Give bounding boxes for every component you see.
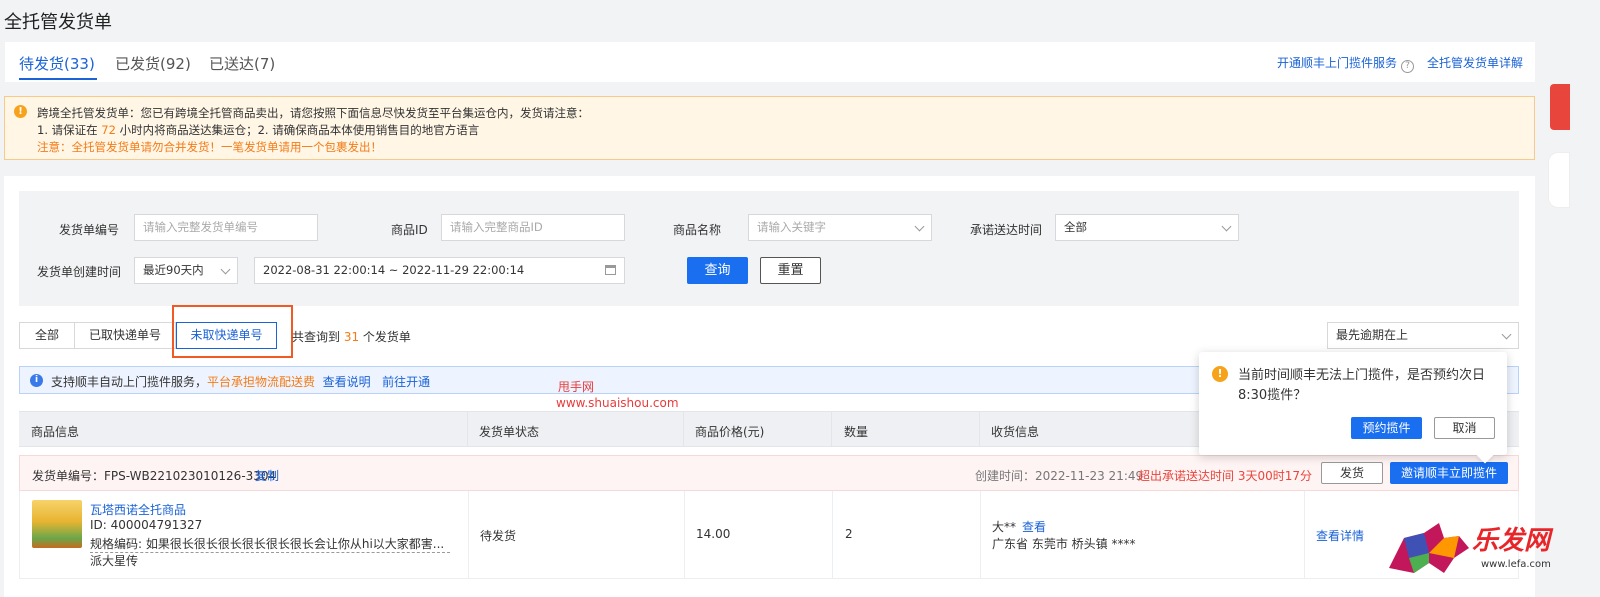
price-value: 14.00	[696, 527, 731, 541]
pickup-popover: ! 当前时间顺丰无法上门揽件，是否预约次日8:30揽件？ 预约揽件 取消	[1199, 352, 1507, 464]
create-range-select[interactable]: 最近90天内	[134, 257, 238, 284]
promise-time-label: 承诺送达时间	[970, 223, 1043, 237]
page-title: 全托管发货单	[4, 12, 112, 33]
guide-link[interactable]: 全托管发货单详解	[1427, 54, 1523, 71]
sort-select[interactable]: 最先逾期在上	[1327, 322, 1519, 349]
receiver-view-link[interactable]: 查看	[1022, 518, 1046, 535]
order-number: 发货单编号：FPS-WB221023010126-3304	[32, 469, 277, 483]
info-text: 支持顺丰自动上门揽件服务，平台承担物流配送费 查看说明 前往开通	[51, 375, 431, 389]
watermark-url: www.shuaishou.com	[556, 396, 679, 410]
side-float-avatar[interactable]	[1548, 152, 1570, 208]
header-divider	[683, 412, 684, 446]
th-price: 商品价格(元)	[695, 425, 765, 439]
spec-code: 规格编码: 如果很长很长很长很长很长很长会让你从hi以大家都害...	[90, 535, 450, 553]
sf-service-link[interactable]: 开通顺丰上门揽件服务?	[1277, 54, 1415, 73]
order-no-input[interactable]: 请输入完整发货单编号	[134, 214, 318, 241]
th-quantity: 数量	[844, 425, 869, 439]
search-button[interactable]: 查询	[687, 257, 748, 284]
brand-name: 乐发网	[1472, 526, 1551, 556]
header-divider	[979, 412, 980, 446]
ship-button[interactable]: 发货	[1321, 462, 1383, 484]
promise-time-select[interactable]: 全部	[1055, 214, 1239, 241]
header-divider	[831, 412, 832, 446]
receiver-address: 广东省 东莞市 桥头镇 ****	[992, 537, 1136, 551]
product-name-label: 商品名称	[673, 223, 722, 237]
book-pickup-button[interactable]: 预约揽件	[1351, 417, 1422, 439]
brand-url: www.lefa.com	[1481, 559, 1551, 570]
info-highlight: 平台承担物流配送费	[207, 375, 316, 389]
chevron-down-icon	[1221, 221, 1232, 232]
quantity-value: 2	[845, 527, 853, 541]
product-thumbnail[interactable]	[32, 500, 82, 548]
notice-line-2: 1. 请保证在 72 小时内将商品送达集运仓；2. 请确保商品本体使用销售目的地…	[37, 123, 480, 137]
side-float-badge[interactable]	[1550, 84, 1570, 130]
receiver-name: 大**	[992, 520, 1017, 534]
segment-all[interactable]: 全部	[19, 322, 75, 349]
th-status: 发货单状态	[479, 425, 540, 439]
cell-divider	[684, 491, 685, 578]
chevron-down-icon	[914, 221, 925, 232]
view-explanation-link[interactable]: 查看说明	[323, 375, 371, 389]
product-id-label: 商品ID	[391, 223, 428, 237]
watermark-name: 甩手网	[558, 380, 595, 394]
product-name-input[interactable]: 请输入关键字	[748, 214, 932, 241]
tab-pending[interactable]: 待发货(33)	[19, 53, 95, 74]
reset-button[interactable]: 重置	[760, 257, 821, 284]
info-icon: i	[30, 374, 43, 387]
filter-panel: 发货单编号 请输入完整发货单编号 商品ID 请输入完整商品ID 商品名称 请输入…	[19, 191, 1519, 306]
brand-logo-icon	[1389, 523, 1469, 573]
cell-divider	[468, 491, 469, 578]
create-time-label: 发货单创建时间	[37, 265, 122, 279]
highlight-box	[172, 305, 293, 358]
overdue-text: 超出承诺送达时间 3天00时17分	[1138, 469, 1312, 483]
th-product-info: 商品信息	[31, 425, 80, 439]
spec-code-2: 派大星传	[90, 554, 139, 568]
notice-line-1: 跨境全托管发货单：您已有跨境全托管商品卖出，请您按照下面信息尽快发货至平台集运仓…	[37, 106, 589, 120]
tab-shipped[interactable]: 已发货(92)	[115, 53, 191, 74]
notice-banner: ! 跨境全托管发货单：您已有跨境全托管商品卖出，请您按照下面信息尽快发货至平台集…	[4, 96, 1535, 160]
status-value: 待发货	[480, 529, 517, 543]
active-tab-indicator	[19, 78, 97, 80]
order-no-label: 发货单编号	[59, 223, 120, 237]
product-id-input[interactable]: 请输入完整商品ID	[441, 214, 625, 241]
cell-divider	[980, 491, 981, 578]
chevron-down-icon	[220, 264, 231, 275]
segment-has-tracking[interactable]: 已取快递单号	[74, 322, 176, 349]
tab-bar: 待发货(33) 已发货(92) 已送达(7) 开通顺丰上门揽件服务? 全托管发货…	[5, 42, 1535, 82]
header-divider	[467, 412, 468, 446]
help-icon[interactable]: ?	[1401, 60, 1415, 73]
invite-pickup-button[interactable]: 邀请顺丰立即揽件	[1390, 462, 1508, 484]
chevron-down-icon	[1501, 329, 1512, 340]
view-detail-link[interactable]: 查看详情	[1316, 527, 1364, 544]
cell-divider	[1304, 491, 1305, 578]
result-count: 共查询到 31 个发货单	[292, 330, 411, 344]
calendar-icon	[605, 265, 616, 275]
date-range-picker[interactable]: 2022-08-31 22:00:14 ~ 2022-11-29 22:00:1…	[254, 257, 625, 284]
created-time: 创建时间：2022-11-23 21:49	[975, 469, 1144, 483]
order-header: 发货单编号：FPS-WB221023010126-3304 复制 创建时间：20…	[19, 455, 1519, 491]
warning-icon: !	[1212, 366, 1228, 382]
cancel-button[interactable]: 取消	[1434, 417, 1495, 439]
notice-line-3: 注意：全托管发货单请勿合并发货！一笔发货单请用一个包裹发出！	[37, 140, 382, 154]
product-name-link[interactable]: 瓦塔西诺全托商品	[90, 501, 186, 518]
table-row: 瓦塔西诺全托商品 ID: 400004791327 规格编码: 如果很长很长很长…	[19, 491, 1519, 579]
th-receiver: 收货信息	[991, 425, 1040, 439]
cell-divider	[832, 491, 833, 578]
popover-message: 当前时间顺丰无法上门揽件，是否预约次日8:30揽件？	[1238, 368, 1486, 403]
tab-delivered[interactable]: 已送达(7)	[209, 53, 275, 74]
product-id: ID: 400004791327	[90, 518, 203, 532]
copy-link[interactable]: 复制	[255, 467, 279, 484]
go-activate-link[interactable]: 前往开通	[382, 375, 430, 389]
warning-icon: !	[14, 105, 27, 118]
